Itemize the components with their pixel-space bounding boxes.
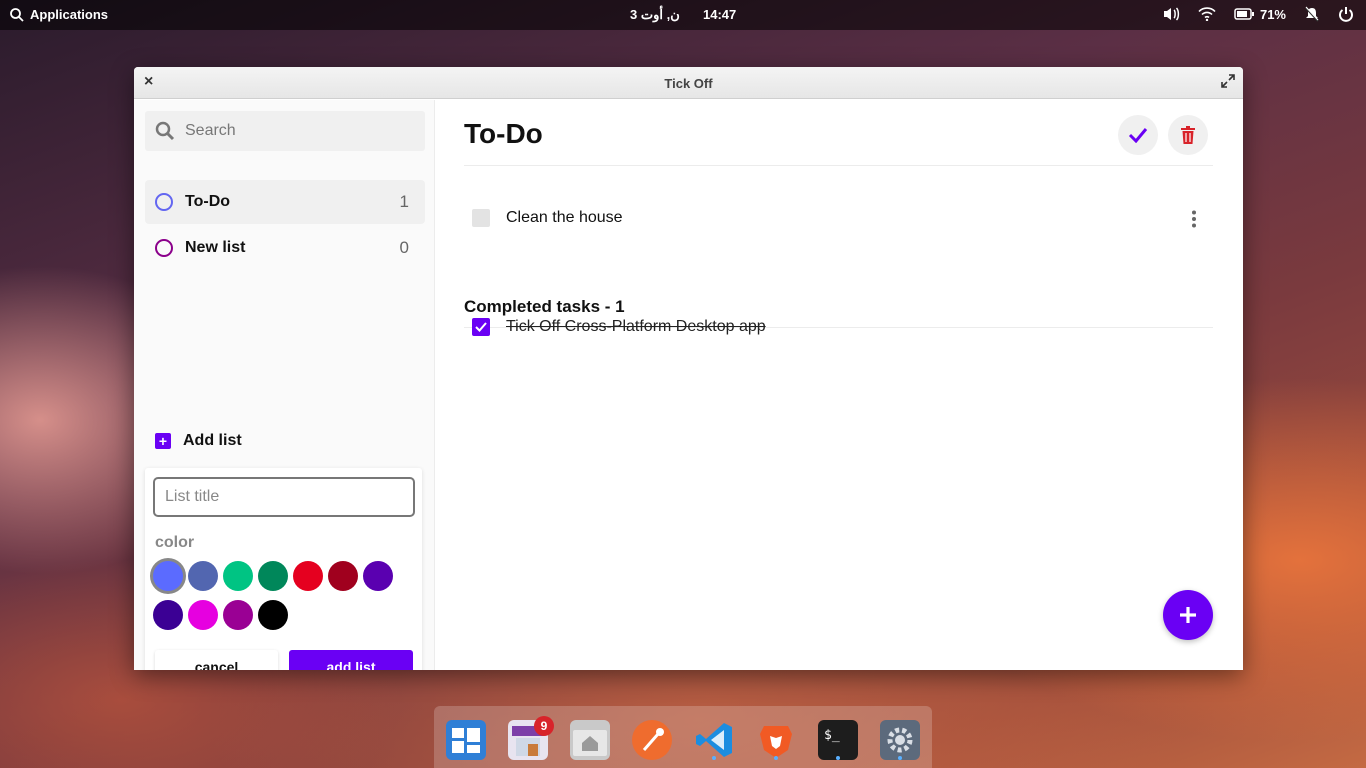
search-box[interactable]: Search: [145, 111, 425, 151]
add-list-submit-button[interactable]: add list: [289, 650, 413, 670]
color-swatch[interactable]: [223, 600, 253, 630]
task-text: Clean the house: [506, 209, 623, 226]
running-indicator: [836, 756, 840, 760]
battery-icon: [1234, 8, 1254, 20]
battery-indicator[interactable]: 71%: [1234, 7, 1286, 22]
plus-square-icon: +: [155, 433, 171, 449]
sidebar: Search To-Do 1 New list 0 + Add list col…: [134, 100, 435, 670]
color-swatch[interactable]: [153, 600, 183, 630]
plus-icon: [1180, 607, 1196, 623]
search-icon: [10, 7, 24, 22]
tick-off-window: × Tick Off Search To-Do 1 New list 0 + A…: [134, 67, 1243, 670]
date-label[interactable]: 3 ن, أوت: [630, 7, 680, 23]
top-panel: Applications 3 ن, أوت 14:47 71%: [0, 0, 1366, 30]
window-title: Tick Off: [664, 76, 713, 91]
terminal-icon[interactable]: $_: [818, 720, 858, 760]
color-swatch[interactable]: [258, 600, 288, 630]
search-placeholder: Search: [185, 122, 236, 139]
color-swatch[interactable]: [363, 561, 393, 591]
divider: [464, 165, 1213, 166]
running-indicator: [774, 756, 778, 760]
color-swatch[interactable]: [153, 561, 183, 591]
appcenter-icon[interactable]: 9: [508, 716, 554, 760]
check-icon: [475, 322, 487, 332]
task-checkbox[interactable]: [472, 209, 490, 227]
battery-percent: 71%: [1259, 6, 1286, 22]
list-count: 0: [399, 238, 409, 257]
color-swatch[interactable]: [328, 561, 358, 591]
wifi-icon[interactable]: [1198, 7, 1216, 21]
color-swatch[interactable]: [223, 561, 253, 591]
volume-icon[interactable]: [1162, 6, 1180, 22]
task-checkbox-checked[interactable]: [472, 318, 490, 336]
task-item[interactable]: Clean the house: [472, 209, 623, 227]
settings-icon[interactable]: [880, 720, 920, 760]
maximize-icon[interactable]: [1221, 74, 1235, 93]
running-indicator: [898, 756, 902, 760]
color-swatch[interactable]: [188, 600, 218, 630]
applications-label: Applications: [30, 7, 109, 22]
list-count: 1: [399, 192, 409, 211]
list-name: New list: [185, 239, 246, 256]
completed-tasks-heading: Completed tasks - 1: [464, 297, 625, 316]
titlebar[interactable]: × Tick Off: [134, 67, 1243, 99]
task-text: Tick Off Cross-Platform Desktop app: [506, 318, 766, 335]
notification-badge: 9: [534, 716, 554, 736]
list-name: To-Do: [185, 193, 231, 210]
color-swatch[interactable]: [188, 561, 218, 591]
sidebar-item-new-list[interactable]: New list 0: [145, 226, 425, 270]
list-title-input[interactable]: [153, 477, 415, 517]
add-list-button[interactable]: + Add list: [155, 432, 242, 450]
sidebar-item-todo[interactable]: To-Do 1: [145, 180, 425, 224]
svg-text:$_: $_: [824, 728, 840, 743]
color-swatch[interactable]: [258, 561, 288, 591]
delete-list-button[interactable]: [1168, 115, 1208, 155]
more-options-icon[interactable]: [1191, 210, 1197, 233]
list-color-ring-icon: [155, 239, 173, 257]
vscode-icon[interactable]: [694, 720, 734, 760]
completed-task-item[interactable]: Tick Off Cross-Platform Desktop app: [472, 318, 766, 336]
color-label: color: [155, 534, 195, 551]
brave-icon[interactable]: [756, 720, 796, 760]
postman-icon[interactable]: [632, 720, 672, 760]
add-task-button[interactable]: [1163, 590, 1213, 640]
dock: 9 $_: [434, 706, 932, 768]
color-swatches: [153, 561, 403, 634]
trash-icon: [1181, 126, 1195, 144]
files-icon[interactable]: [570, 720, 610, 760]
page-title: To-Do: [464, 118, 543, 149]
add-list-form: color cancel add list: [145, 468, 422, 670]
multitasking-view-icon[interactable]: [446, 720, 486, 760]
color-swatch[interactable]: [293, 561, 323, 591]
power-icon[interactable]: [1338, 6, 1354, 22]
complete-list-button[interactable]: [1118, 115, 1158, 155]
list-color-ring-icon: [155, 193, 173, 211]
search-icon: [155, 121, 175, 141]
notifications-off-icon[interactable]: [1304, 6, 1320, 22]
system-tray: 71%: [1162, 6, 1354, 22]
add-list-label: Add list: [183, 432, 242, 449]
cancel-button[interactable]: cancel: [155, 650, 278, 670]
running-indicator: [712, 756, 716, 760]
clock[interactable]: 14:47: [703, 7, 736, 22]
main-panel: To-Do Clean the house Completed tasks - …: [436, 100, 1243, 670]
check-icon: [1128, 128, 1148, 143]
applications-menu[interactable]: Applications: [10, 7, 108, 22]
